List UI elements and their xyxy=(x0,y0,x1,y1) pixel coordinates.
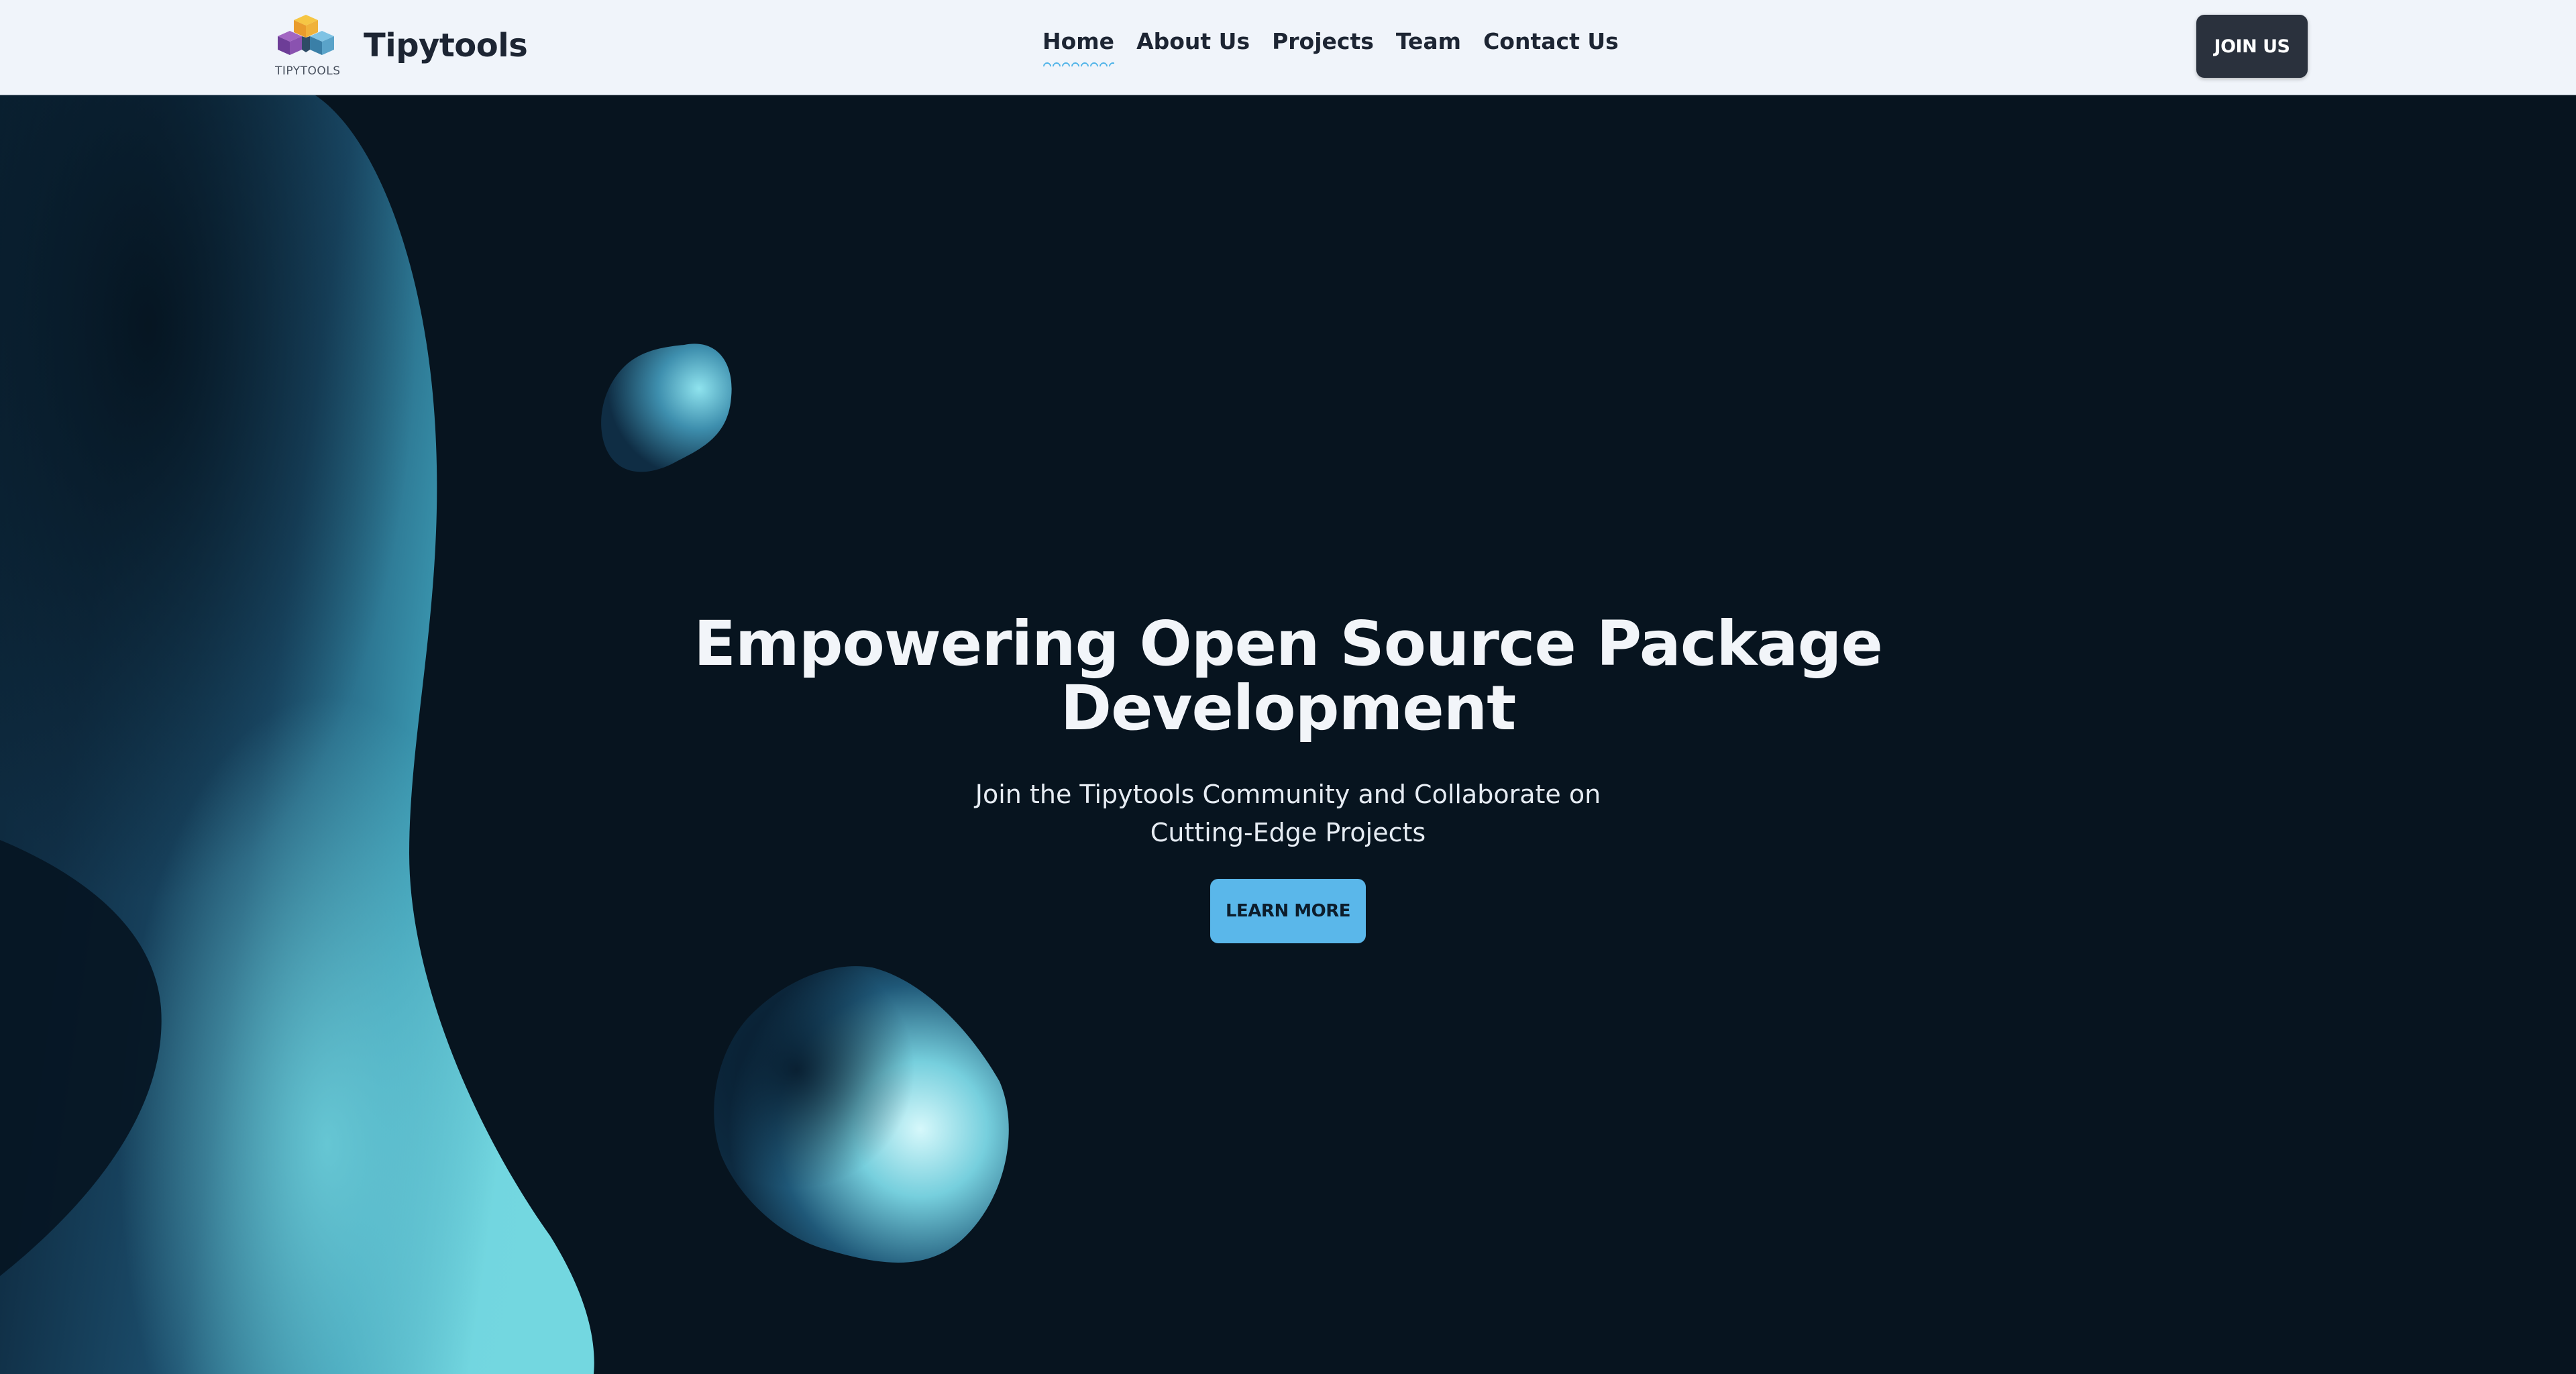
main-nav: Home About Us Projects Team Contact Us xyxy=(1042,28,1641,66)
nav-link-about-us[interactable]: About Us xyxy=(1136,28,1250,54)
brand-name[interactable]: Tipytools xyxy=(364,27,528,64)
hero-title: Empowering Open Source Package Developme… xyxy=(617,612,1959,741)
brand[interactable]: TIPYTOOLS Tipytools xyxy=(271,12,528,79)
nav-link-team[interactable]: Team xyxy=(1396,28,1461,54)
learn-more-button[interactable]: LEARN MORE xyxy=(1210,879,1366,943)
navbar: TIPYTOOLS Tipytools Home About Us Projec… xyxy=(0,0,2576,95)
hero-title-line2: Development xyxy=(1060,672,1516,744)
hero-content: Empowering Open Source Package Developme… xyxy=(617,612,1959,943)
hero-subtitle-line2: Cutting-Edge Projects xyxy=(1150,818,1426,847)
logo-caption: TIPYTOOLS xyxy=(275,64,341,78)
join-us-button[interactable]: JOIN US xyxy=(2196,15,2308,78)
hero-title-line1: Empowering Open Source Package xyxy=(694,608,1883,680)
stacked-cubes-icon: TIPYTOOLS xyxy=(271,12,341,79)
hero-subtitle-line1: Join the Tipytools Community and Collabo… xyxy=(975,780,1601,809)
nav-link-contact-us[interactable]: Contact Us xyxy=(1483,28,1619,54)
small-blob-shape xyxy=(601,344,732,472)
nav-link-projects[interactable]: Projects xyxy=(1272,28,1374,54)
nav-link-home[interactable]: Home xyxy=(1042,28,1115,66)
hero-subtitle: Join the Tipytools Community and Collabo… xyxy=(959,776,1617,852)
hero-section: Empowering Open Source Package Developme… xyxy=(0,95,2576,1374)
